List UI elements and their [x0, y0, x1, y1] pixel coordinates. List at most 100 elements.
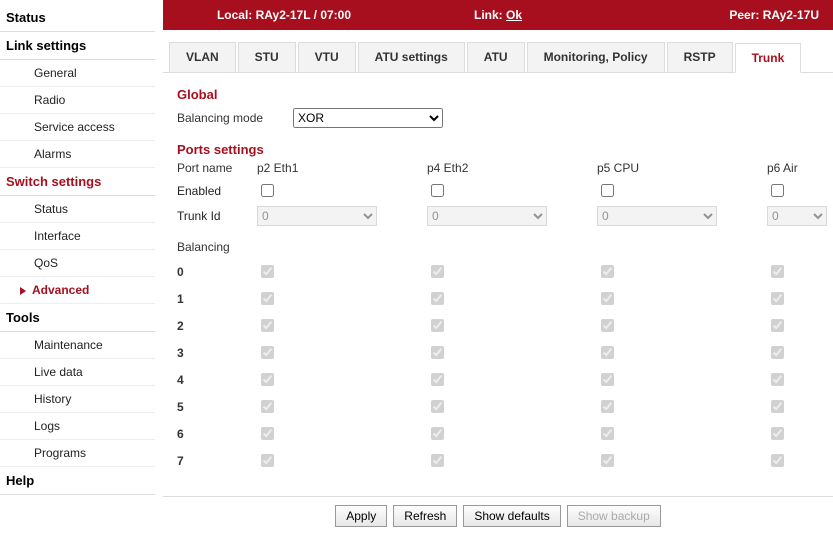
balancing-row: 4	[177, 370, 819, 389]
nav-tools[interactable]: Tools	[0, 304, 155, 332]
balancing-checkbox[interactable]	[261, 319, 274, 332]
main-panel: Local: RAy2-17L / 07:00 Link: Ok Peer: R…	[155, 0, 833, 535]
balancing-mode-label: Balancing mode	[177, 111, 293, 125]
trunk-id-p5[interactable]: 0	[597, 206, 717, 226]
balancing-index: 1	[177, 292, 184, 306]
balancing-checkbox[interactable]	[601, 427, 614, 440]
show-backup-button[interactable]: Show backup	[567, 505, 661, 527]
tab-trunk[interactable]: Trunk	[735, 43, 802, 73]
tab-vlan[interactable]: VLAN	[169, 42, 236, 72]
trunk-id-p2[interactable]: 0	[257, 206, 377, 226]
peer-value: RAy2-17U	[763, 8, 819, 22]
balancing-checkbox[interactable]	[261, 346, 274, 359]
tab-rstp[interactable]: RSTP	[667, 42, 733, 72]
balancing-checkbox[interactable]	[601, 319, 614, 332]
balancing-index: 0	[177, 265, 184, 279]
link-value[interactable]: Ok	[506, 8, 522, 22]
balancing-checkbox[interactable]	[261, 454, 274, 467]
balancing-checkbox[interactable]	[431, 373, 444, 386]
balancing-checkbox[interactable]	[261, 373, 274, 386]
balancing-checkbox[interactable]	[601, 400, 614, 413]
nav-history[interactable]: History	[0, 386, 155, 413]
nav-programs[interactable]: Programs	[0, 440, 155, 467]
balancing-mode-select[interactable]: XOR	[293, 108, 443, 128]
trunk-id-p6[interactable]: 0	[767, 206, 827, 226]
balancing-checkbox[interactable]	[601, 454, 614, 467]
balancing-checkbox[interactable]	[601, 265, 614, 278]
balancing-row: 0	[177, 262, 819, 281]
balancing-checkbox[interactable]	[771, 427, 784, 440]
balancing-checkbox[interactable]	[771, 319, 784, 332]
balancing-checkbox[interactable]	[771, 346, 784, 359]
balancing-index: 6	[177, 427, 184, 441]
tab-monitoring-policy[interactable]: Monitoring, Policy	[527, 42, 665, 72]
nav-radio[interactable]: Radio	[0, 87, 155, 114]
balancing-checkbox[interactable]	[431, 427, 444, 440]
sidebar: Status Link settings General Radio Servi…	[0, 0, 155, 535]
ports-title: Ports settings	[177, 142, 819, 157]
balancing-checkbox[interactable]	[261, 265, 274, 278]
topbar: Local: RAy2-17L / 07:00 Link: Ok Peer: R…	[163, 0, 833, 30]
balancing-checkbox[interactable]	[261, 427, 274, 440]
balancing-checkbox[interactable]	[771, 400, 784, 413]
nav-switch-status[interactable]: Status	[0, 196, 155, 223]
tab-stu[interactable]: STU	[238, 42, 296, 72]
peer-label: Peer:	[729, 8, 759, 22]
balancing-checkbox[interactable]	[601, 373, 614, 386]
enabled-p5[interactable]	[601, 184, 614, 197]
balancing-index: 7	[177, 454, 184, 468]
tab-atu[interactable]: ATU	[467, 42, 525, 72]
balancing-index: 3	[177, 346, 184, 360]
balancing-checkbox[interactable]	[431, 454, 444, 467]
nav-live-data[interactable]: Live data	[0, 359, 155, 386]
balancing-checkbox[interactable]	[261, 292, 274, 305]
global-title: Global	[177, 87, 819, 102]
nav-help[interactable]: Help	[0, 467, 155, 495]
balancing-checkbox[interactable]	[431, 319, 444, 332]
balancing-checkbox[interactable]	[771, 265, 784, 278]
port-col-0: p2 Eth1	[257, 161, 427, 175]
nav-interface[interactable]: Interface	[0, 223, 155, 250]
nav-general[interactable]: General	[0, 60, 155, 87]
tab-vtu[interactable]: VTU	[298, 42, 356, 72]
local-label: Local:	[217, 8, 252, 22]
balancing-index: 5	[177, 400, 184, 414]
balancing-row: 7	[177, 451, 819, 470]
nav-advanced[interactable]: Advanced	[0, 277, 155, 304]
balancing-checkbox[interactable]	[771, 454, 784, 467]
balancing-checkbox[interactable]	[261, 400, 274, 413]
tab-atu-settings[interactable]: ATU settings	[358, 42, 465, 72]
enabled-p2[interactable]	[261, 184, 274, 197]
content: Global Balancing mode XOR Ports settings…	[163, 73, 833, 478]
balancing-checkbox[interactable]	[601, 346, 614, 359]
nav-logs[interactable]: Logs	[0, 413, 155, 440]
balancing-checkbox[interactable]	[431, 292, 444, 305]
footer: Apply Refresh Show defaults Show backup	[163, 496, 833, 535]
nav-qos[interactable]: QoS	[0, 250, 155, 277]
balancing-checkbox[interactable]	[431, 265, 444, 278]
apply-button[interactable]: Apply	[335, 505, 387, 527]
nav-link-settings[interactable]: Link settings	[0, 32, 155, 60]
tabs: VLAN STU VTU ATU settings ATU Monitoring…	[163, 42, 833, 73]
balancing-row: 6	[177, 424, 819, 443]
balancing-checkbox[interactable]	[431, 400, 444, 413]
refresh-button[interactable]: Refresh	[393, 505, 457, 527]
balancing-checkbox[interactable]	[601, 292, 614, 305]
trunk-id-p4[interactable]: 0	[427, 206, 547, 226]
nav-switch-settings[interactable]: Switch settings	[0, 168, 155, 196]
balancing-checkbox[interactable]	[771, 292, 784, 305]
balancing-index: 4	[177, 373, 184, 387]
enabled-p4[interactable]	[431, 184, 444, 197]
balancing-row: 3	[177, 343, 819, 362]
show-defaults-button[interactable]: Show defaults	[463, 505, 560, 527]
balancing-checkbox[interactable]	[431, 346, 444, 359]
port-col-3: p6 Air	[767, 161, 833, 175]
nav-alarms[interactable]: Alarms	[0, 141, 155, 168]
local-value: RAy2-17L / 07:00	[256, 8, 351, 22]
nav-maintenance[interactable]: Maintenance	[0, 332, 155, 359]
balancing-label: Balancing	[177, 240, 819, 254]
nav-status[interactable]: Status	[0, 4, 155, 32]
enabled-p6[interactable]	[771, 184, 784, 197]
nav-service-access[interactable]: Service access	[0, 114, 155, 141]
balancing-checkbox[interactable]	[771, 373, 784, 386]
